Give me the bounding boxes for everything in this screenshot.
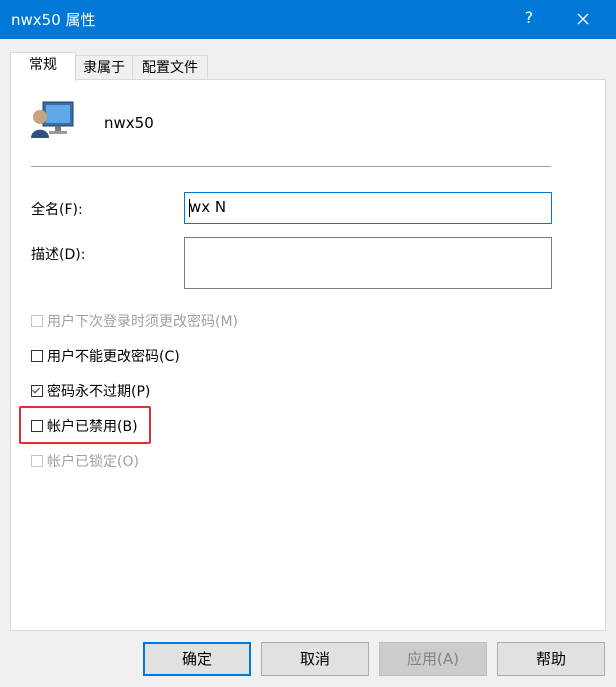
checkbox-must-change-password[interactable]: 用户下次登录时须更改密码(M) — [31, 311, 238, 331]
checkbox-label: 帐户已锁定(O) — [47, 454, 139, 470]
close-icon — [577, 13, 589, 25]
help-dialog-button[interactable]: 帮助 — [497, 642, 605, 676]
checkbox-password-never-expires[interactable]: 密码永不过期(P) — [31, 381, 150, 401]
checkbox-cannot-change-password[interactable]: 用户不能更改密码(C) — [31, 346, 180, 366]
description-label: 描述(D): — [31, 247, 86, 263]
checkbox-box[interactable] — [31, 350, 43, 362]
user-name: nwx50 — [104, 114, 154, 132]
checkbox-box[interactable] — [31, 385, 43, 397]
checkbox-account-locked[interactable]: 帐户已锁定(O) — [31, 451, 139, 471]
tab-profile[interactable]: 配置文件 — [132, 55, 208, 81]
general-panel: nwx50 全名(F): wx N 描述(D): 用户下次登录时须更改密码(M)… — [10, 79, 606, 631]
user-monitor-icon — [31, 101, 74, 138]
tab-member-of[interactable]: 隶属于 — [74, 55, 134, 81]
close-button[interactable] — [566, 5, 600, 33]
highlight-box — [19, 406, 151, 444]
fullname-label: 全名(F): — [31, 202, 83, 218]
help-button[interactable]: ? — [519, 8, 539, 27]
checkbox-label: 用户不能更改密码(C) — [47, 349, 180, 365]
checkbox-label: 用户下次登录时须更改密码(M) — [47, 314, 239, 330]
tab-general[interactable]: 常规 — [10, 52, 76, 81]
apply-button[interactable]: 应用(A) — [379, 642, 487, 676]
separator — [31, 166, 551, 167]
checkbox-box[interactable] — [31, 315, 43, 327]
fullname-input[interactable]: wx N — [184, 192, 552, 224]
cancel-button[interactable]: 取消 — [261, 642, 369, 676]
checkbox-label: 密码永不过期(P) — [47, 384, 151, 400]
checkbox-box[interactable] — [31, 455, 43, 467]
title-bar: nwx50 属性 ? — [0, 0, 616, 39]
fullname-value: wx N — [189, 198, 227, 216]
description-input[interactable] — [184, 237, 552, 289]
ok-button[interactable]: 确定 — [143, 642, 251, 676]
window-title: nwx50 属性 — [11, 11, 96, 29]
text-caret — [189, 199, 190, 217]
